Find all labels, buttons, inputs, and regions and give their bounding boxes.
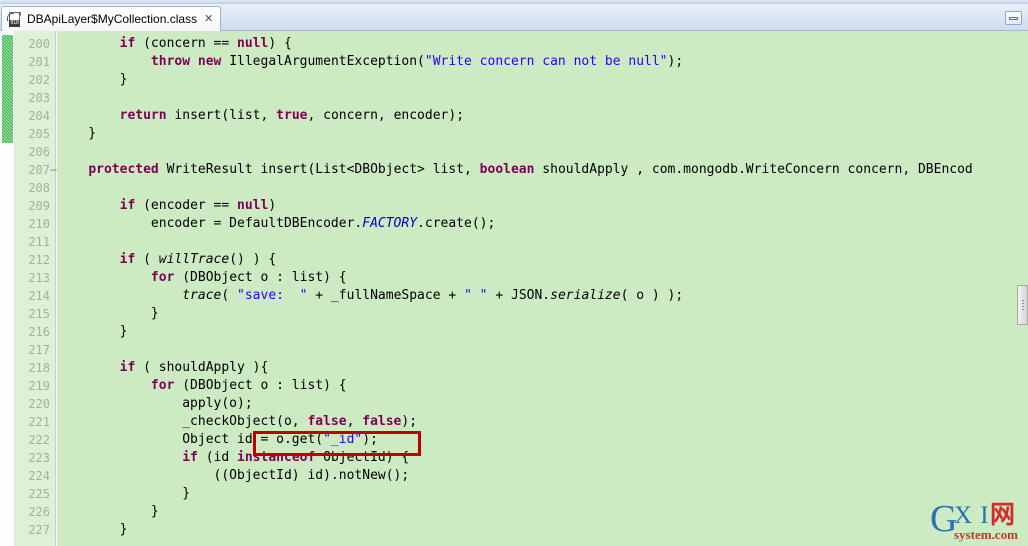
- line-number: 220: [28, 397, 50, 411]
- line-number: 203: [28, 91, 50, 105]
- line-number: 225: [28, 487, 50, 501]
- code-line: Object id = o.get("_id");: [57, 432, 378, 447]
- change-marker-ruler: [0, 31, 15, 546]
- close-icon[interactable]: ✕: [204, 13, 213, 25]
- changed-lines-marker: [2, 35, 13, 143]
- minimize-icon[interactable]: [1005, 11, 1022, 25]
- line-number: 223: [28, 451, 50, 465]
- watermark-cn: 网: [990, 500, 1016, 529]
- code-line: }: [57, 504, 159, 519]
- class-file-icon: 010: [7, 11, 22, 27]
- code-line: trace( "save: " + _fullNameSpace + " " +…: [182, 288, 684, 303]
- line-number: 211: [28, 235, 50, 249]
- line-number: 210: [28, 217, 50, 231]
- line-number: 207: [28, 163, 50, 177]
- line-number: 222: [28, 433, 50, 447]
- watermark-domain: system.com: [954, 527, 1018, 542]
- vertical-scrollbar[interactable]: [1017, 31, 1028, 546]
- editor-tab-dbapilayer-mycollection[interactable]: 010 DBApiLayer$MyCollection.class ✕: [1, 6, 222, 31]
- line-number: 208: [28, 181, 50, 195]
- line-number: 215: [28, 307, 50, 321]
- code-line: if (encoder == null): [119, 198, 277, 213]
- code-line: if ( shouldApply ){: [119, 360, 269, 375]
- code-line: apply(o);: [57, 396, 253, 411]
- code-line: }: [57, 306, 159, 321]
- code-line: throw new IllegalArgumentException("Writ…: [150, 54, 684, 69]
- code-editor: 200 201 202 203 204 205 206 207−208 209 210 211 212…: [0, 31, 1028, 546]
- editor-tab-label: DBApiLayer$MyCollection.class: [27, 12, 198, 26]
- code-line: encoder = DefaultDBEncoder.FACTORY.creat…: [57, 216, 496, 231]
- line-number: 213: [28, 271, 50, 285]
- line-number: 206: [28, 145, 50, 159]
- line-number: 216: [28, 325, 50, 339]
- line-number: 204: [28, 109, 50, 123]
- code-line: ((ObjectId) id).notNew();: [57, 468, 410, 483]
- line-number: 209: [28, 199, 50, 213]
- code-line: protected WriteResult insert(List<DBObje…: [88, 162, 973, 177]
- eclipse-editor-window: 010 DBApiLayer$MyCollection.class ✕ 200 2…: [0, 0, 1028, 546]
- line-number: 201: [28, 55, 50, 69]
- code-text-area[interactable]: if (concern == null) { throw new Illegal…: [57, 31, 1017, 546]
- code-line: }: [57, 324, 128, 339]
- line-number: 221: [28, 415, 50, 429]
- code-line: }: [57, 126, 97, 141]
- watermark: G X I 网 system.com: [930, 498, 1022, 544]
- line-number: 214: [28, 289, 50, 303]
- line-number: 200: [28, 37, 50, 51]
- line-number: 212: [28, 253, 50, 267]
- code-line: if (concern == null) {: [119, 36, 292, 51]
- watermark-xi: X I: [954, 502, 990, 529]
- editor-tab-bar: 010 DBApiLayer$MyCollection.class ✕: [0, 4, 1028, 31]
- code-line: if ( willTrace() ) {: [119, 252, 277, 267]
- line-number: 202: [28, 73, 50, 87]
- line-number: 226: [28, 505, 50, 519]
- fold-collapse-icon[interactable]: −: [50, 161, 57, 179]
- code-line: }: [57, 486, 191, 501]
- line-number: 218: [28, 361, 50, 375]
- line-number-gutter: 200 201 202 203 204 205 206 207−208 209 210 211 212…: [14, 31, 57, 546]
- code-line: }: [57, 72, 128, 87]
- code-line: }: [57, 522, 128, 537]
- code-line: for (DBObject o : list) {: [150, 270, 347, 285]
- line-number: 227: [28, 523, 50, 537]
- code-line: for (DBObject o : list) {: [150, 378, 347, 393]
- code-line: _checkObject(o, false, false);: [57, 414, 418, 429]
- class-file-icon-bits: 010: [9, 19, 20, 27]
- line-number: 205: [28, 127, 50, 141]
- code-line: return insert(list, true, concern, encod…: [119, 108, 465, 123]
- code-line: if (id instanceof ObjectId) {: [182, 450, 410, 465]
- vertical-scrollbar-thumb[interactable]: [1017, 285, 1028, 325]
- line-number: 217: [28, 343, 50, 357]
- line-number: 219: [28, 379, 50, 393]
- line-number: 224: [28, 469, 50, 483]
